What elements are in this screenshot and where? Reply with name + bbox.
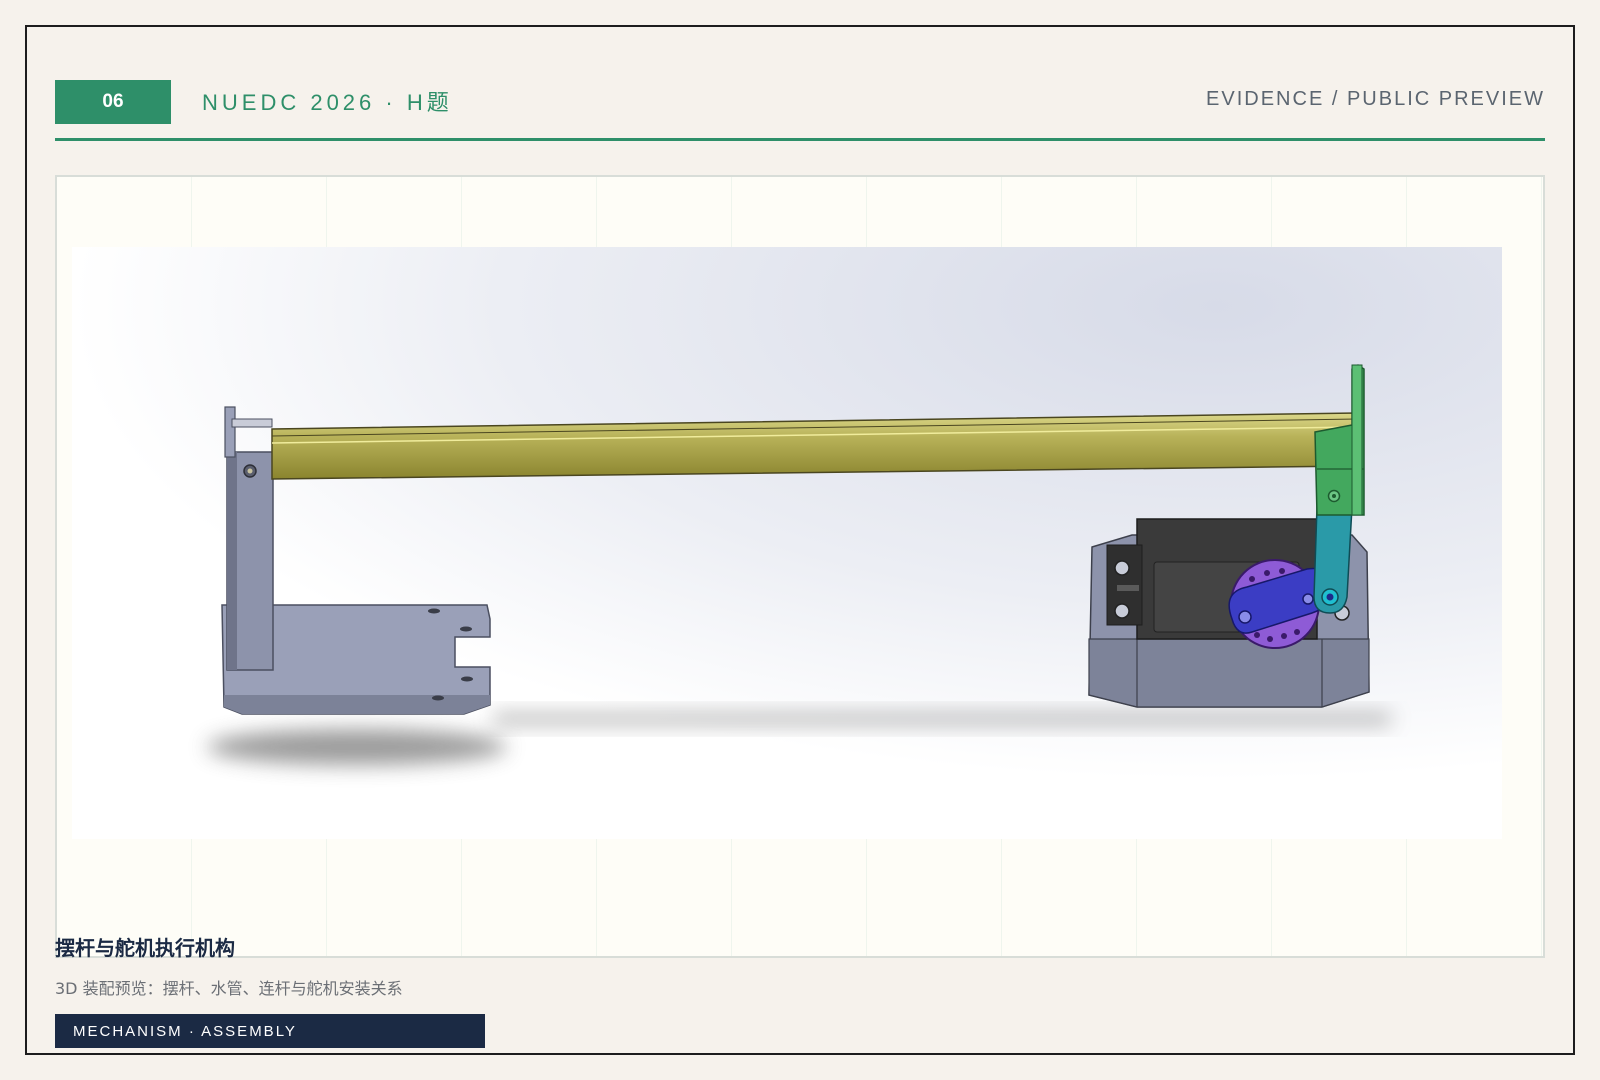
header-divider [55, 138, 1545, 141]
link-arm [1313, 506, 1353, 614]
shadow-rod [492, 713, 1392, 725]
assembly-render [72, 247, 1502, 839]
slide-header: 06 NUEDC 2026 · H题 EVIDENCE / PUBLIC PRE… [55, 80, 1545, 142]
header-right-label: EVIDENCE / PUBLIC PREVIEW [1206, 88, 1545, 110]
figure-caption-title: 摆杆与舵机执行机构 [55, 936, 235, 960]
figure-canvas [55, 175, 1545, 958]
shadow-left [207, 729, 507, 765]
figure-caption-subtitle: 3D 装配预览：摆杆、水管、连杆与舵机安装关系 [55, 979, 403, 998]
header-title: NUEDC 2026 · H题 [202, 90, 453, 115]
slide-number-badge: 06 [55, 80, 171, 124]
section-tag: MECHANISM · ASSEMBLY [55, 1014, 485, 1048]
